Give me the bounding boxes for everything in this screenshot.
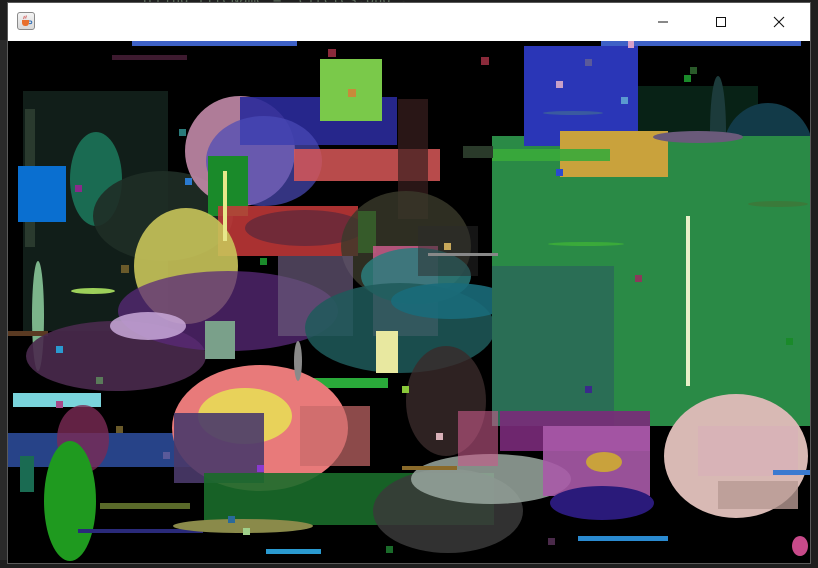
title-bar[interactable] — [8, 3, 810, 42]
minimize-button[interactable] — [634, 3, 692, 41]
maximize-icon — [716, 17, 726, 27]
maximize-button[interactable] — [692, 3, 750, 41]
drawing-canvas[interactable] — [8, 41, 810, 563]
close-icon — [773, 16, 785, 28]
minimize-icon — [658, 21, 668, 23]
app-window[interactable] — [8, 3, 810, 563]
java-coffee-cup-icon[interactable] — [17, 12, 35, 30]
close-button[interactable] — [750, 3, 808, 41]
shapes-canvas — [8, 41, 810, 563]
editor-gutter — [0, 40, 8, 560]
